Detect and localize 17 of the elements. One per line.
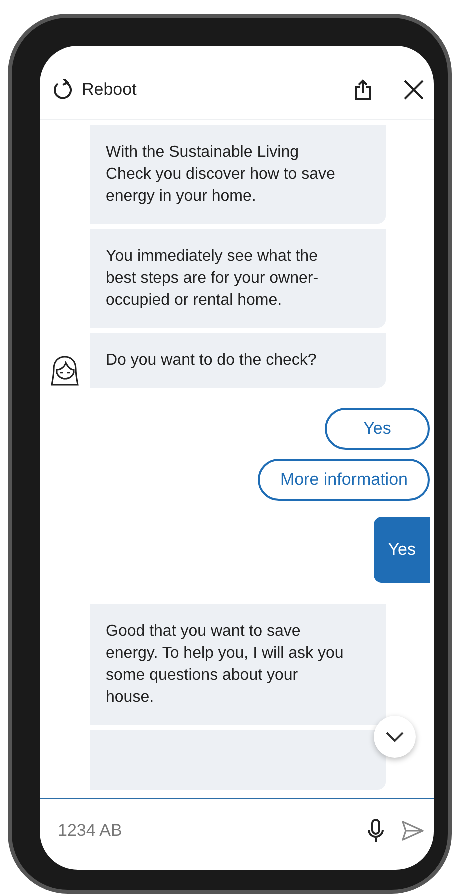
option-button[interactable]: More information <box>258 459 430 501</box>
scroll-down-button[interactable] <box>374 716 416 758</box>
send-icon[interactable] <box>402 820 424 840</box>
microphone-icon[interactable] <box>368 818 384 842</box>
message-bubble: Do you want to do the check? <box>90 333 386 388</box>
reload-icon[interactable] <box>52 78 74 100</box>
share-icon[interactable] <box>354 78 372 100</box>
message-bubble: You immediately see what the best steps are for your owner-occupied or rental home. <box>90 229 386 328</box>
input-field[interactable]: 1234 AB <box>56 816 350 844</box>
reboot-label[interactable]: Reboot <box>82 76 137 102</box>
chevron-down-icon <box>385 731 405 743</box>
option-button[interactable]: Yes <box>325 408 430 450</box>
close-icon[interactable] <box>404 80 424 100</box>
user-message: Yes <box>374 517 430 582</box>
avatar-icon <box>48 354 82 388</box>
message-bubble: Good that you want to save energy. To help you, I will ask you some questions about your house. <box>90 604 386 724</box>
message-bubble: With the Sustainable Living Check you discover how to save energy in your home. <box>90 125 386 224</box>
